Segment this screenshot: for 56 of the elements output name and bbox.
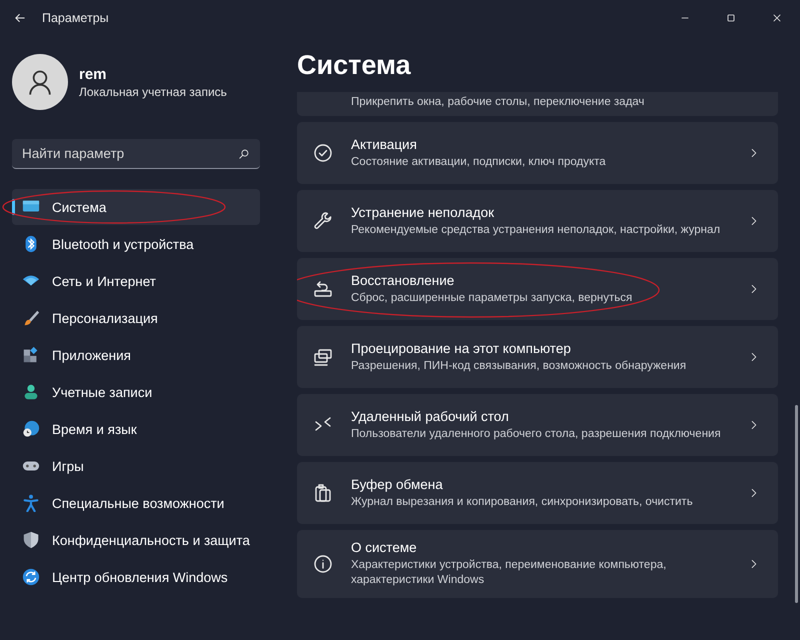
- card-title: О системе: [351, 540, 418, 555]
- settings-card[interactable]: Удаленный рабочий стол Пользователи удаленного рабочего стола, разрешения подключения: [297, 394, 778, 456]
- settings-card[interactable]: Восстановление Сброс, расширенные параметры запуска, вернуться: [297, 258, 778, 320]
- nav-item[interactable]: Персонализация: [12, 300, 260, 336]
- settings-card[interactable]: О системе Характеристики устройства, переименование компьютера, характеристики Windows: [297, 530, 778, 598]
- nav-item[interactable]: Игры: [12, 448, 260, 484]
- nav-item[interactable]: Специальные возможности: [12, 485, 260, 521]
- close-icon: [771, 12, 783, 24]
- clipboard-icon: [313, 483, 333, 503]
- shield-icon: [22, 531, 40, 549]
- info-icon: [313, 554, 333, 574]
- back-arrow-icon: [13, 11, 27, 25]
- settings-card[interactable]: Устранение неполадок Рекомендуемые средства устранения неполадок, настройки, журнал: [297, 190, 778, 252]
- globe-clock-icon: [22, 420, 40, 438]
- settings-card[interactable]: Активация Состояние активации, подписки, ключ продукта: [297, 122, 778, 184]
- card-subtitle: Журнал вырезания и копирования, синхронизировать, очистить: [351, 494, 694, 510]
- nav-item[interactable]: Центр обновления Windows: [12, 559, 260, 595]
- projector-icon: [313, 347, 333, 367]
- window-title: Параметры: [42, 11, 109, 25]
- card-subtitle: Характеристики устройства, переименование компьютера, характеристики Windows: [351, 558, 668, 588]
- sync-icon: [22, 568, 40, 586]
- card-subtitle: Состояние активации, подписки, ключ продукта: [351, 154, 607, 170]
- card-subtitle: Пользователи удаленного рабочего стола, разрешения подключения: [351, 426, 722, 442]
- nav-item[interactable]: Bluetooth и устройства: [12, 226, 260, 262]
- accessibility-icon: [22, 494, 40, 512]
- nav-item[interactable]: Время и язык: [12, 411, 260, 447]
- account-name: rem: [79, 66, 108, 82]
- settings-card[interactable]: Буфер обмена Журнал вырезания и копирования, синхронизировать, очистить: [297, 462, 778, 524]
- search-field[interactable]: Найти параметр: [12, 139, 260, 169]
- restore-icon: [313, 279, 333, 299]
- wrench-icon: [313, 211, 333, 231]
- person-icon: [22, 383, 40, 401]
- card-title: Буфер обмена: [351, 476, 444, 492]
- card-subtitle: Рекомендуемые средства устранения неполадок, настройки, журнал: [351, 222, 722, 238]
- nav-item[interactable]: Учетные записи: [12, 374, 260, 410]
- maximize-icon: [725, 12, 737, 24]
- nav-item[interactable]: Приложения: [12, 337, 260, 373]
- card-subtitle: Прикрепить окна, рабочие столы, переключение задач: [351, 95, 646, 110]
- account-type: Локальная учетная запись: [79, 84, 227, 98]
- settings-card[interactable]: Проецирование на этот компьютер Разрешения, ПИН-код связывания, возможность обнаружения: [297, 326, 778, 388]
- card-title: Проецирование на этот компьютер: [351, 340, 572, 356]
- card-title: Устранение неполадок: [351, 204, 496, 220]
- brush-icon: [22, 309, 40, 327]
- search-icon: [238, 148, 250, 160]
- page-title: Система: [297, 50, 412, 82]
- card-subtitle: Разрешения, ПИН-код связывания, возможность обнаружения: [351, 358, 688, 374]
- card-subtitle: Сброс, расширенные параметры запуска, вернуться: [351, 290, 634, 306]
- nav-item[interactable]: Сеть и Интернет: [12, 263, 260, 299]
- card-title: Удаленный рабочий стол: [351, 408, 510, 424]
- card-title: Восстановление: [351, 272, 456, 288]
- card-title: Активация: [351, 136, 418, 152]
- scrollbar[interactable]: [795, 405, 798, 603]
- settings-card[interactable]: Прикрепить окна, рабочие столы, переключение задач: [297, 92, 778, 116]
- apps-icon: [22, 346, 40, 364]
- checkmark-circle-icon: [313, 143, 333, 163]
- nav-item[interactable]: Конфиденциальность и защита: [12, 522, 260, 558]
